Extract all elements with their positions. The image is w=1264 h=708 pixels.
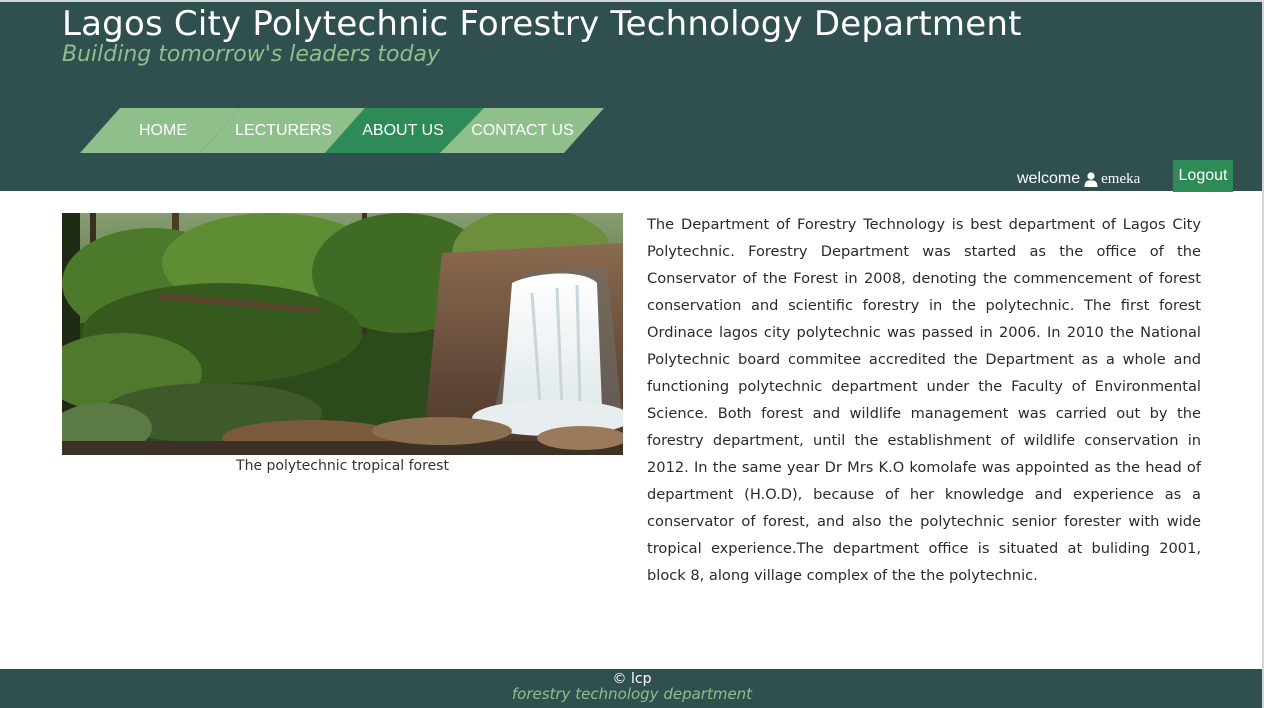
nav-contact-us[interactable]: CONTACT US (440, 108, 604, 153)
nav-about-us-label: ABOUT US (362, 121, 444, 139)
username: emeka (1101, 170, 1141, 187)
main-nav: HOME LECTURERS ABOUT US CONTACT US (80, 108, 610, 153)
site-title: Lagos City Polytechnic Forestry Technolo… (62, 4, 1022, 44)
site-footer: © lcp forestry technology department (0, 669, 1264, 708)
user-icon (1084, 171, 1098, 187)
logout-button[interactable]: Logout (1173, 160, 1233, 192)
photo-caption: The polytechnic tropical forest (236, 458, 449, 474)
nav-home-label: HOME (139, 121, 187, 139)
welcome-text: welcome emeka (1017, 170, 1140, 188)
nav-lecturers-label: LECTURERS (235, 121, 332, 139)
about-paragraph: The Department of Forestry Technology is… (647, 216, 1201, 584)
welcome-label: welcome (1017, 170, 1081, 187)
footer-department: forestry technology department (511, 685, 753, 703)
forest-figure: The polytechnic tropical forest (62, 213, 623, 474)
site-header: Lagos City Polytechnic Forestry Technolo… (0, 0, 1264, 192)
forest-waterfall-photo (62, 213, 623, 455)
nav-contact-us-label: CONTACT US (471, 121, 574, 139)
site-tagline: Building tomorrow's leaders today (62, 42, 440, 67)
